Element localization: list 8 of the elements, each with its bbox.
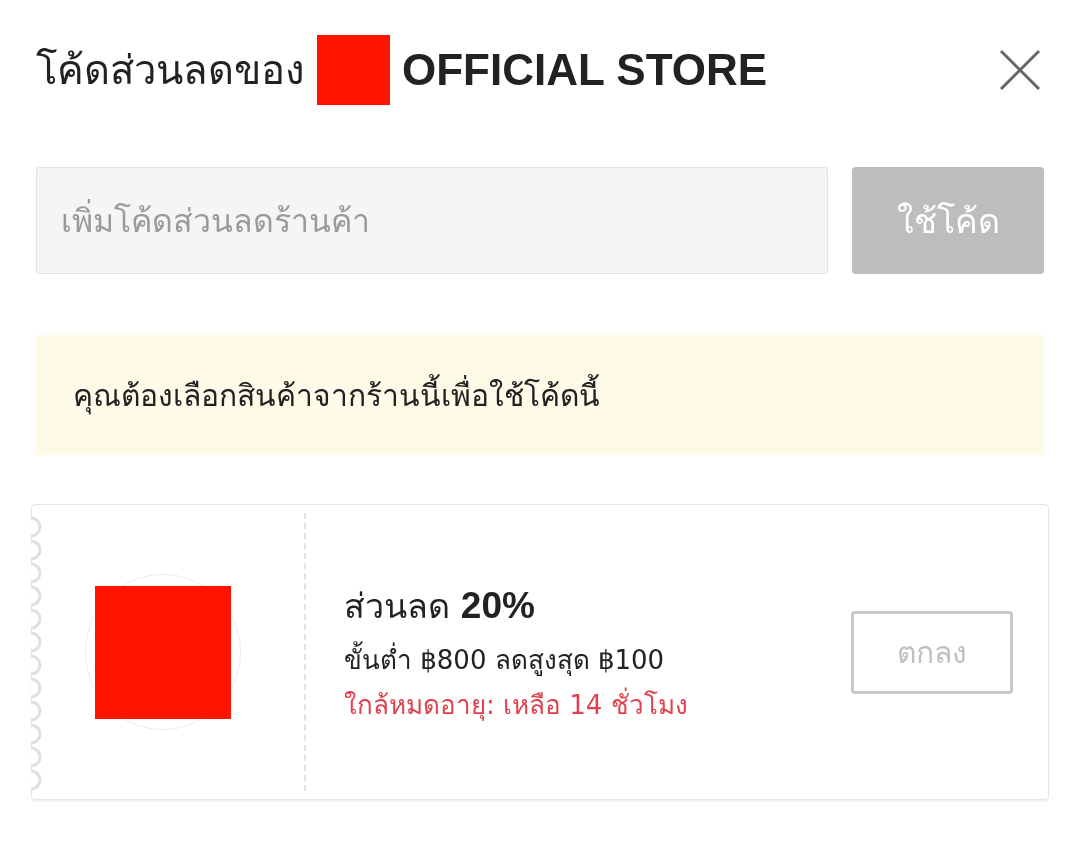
voucher-condition: ขั้นต่ำ ฿800 ลดสูงสุด ฿100 (344, 639, 851, 680)
store-name: OFFICIAL STORE (402, 45, 768, 95)
notice-message: คุณต้องเลือกสินค้าจากร้านนี้เพื่อใช้โค้ดนี้ (36, 335, 1044, 455)
close-icon[interactable] (999, 49, 1041, 91)
voucher-expiry: ใกล้หมดอายุ: เหลือ 14 ชั่วโมง (344, 684, 851, 725)
voucher-code-field[interactable]: เพิ่มโค้ดส่วนลดร้านค้า (36, 167, 828, 274)
voucher-title: ส่วนลด 20% (344, 584, 536, 628)
dialog-title: โค้ดส่วนลดของ (36, 46, 305, 95)
